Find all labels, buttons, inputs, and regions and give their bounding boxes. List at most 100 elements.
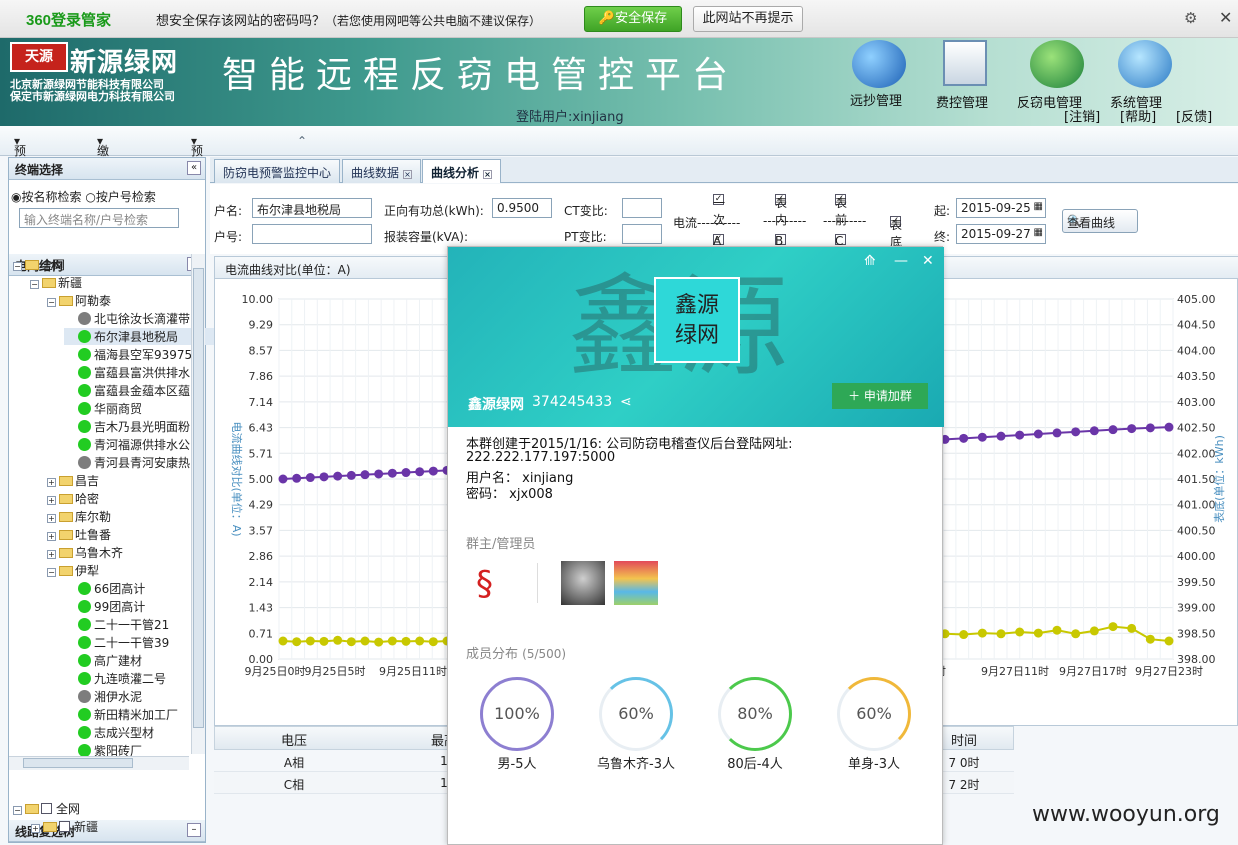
anti-theft-module[interactable] [1030, 40, 1086, 90]
table-cell: A相 [283, 756, 305, 770]
close-icon[interactable]: ✕ [1219, 8, 1232, 27]
tree-node[interactable]: 青河福源供排水公 [64, 436, 190, 453]
col-header-time: 时间 [950, 734, 977, 749]
x-tick-label: 9月27日23时 [1135, 665, 1203, 678]
gear-icon[interactable]: ⚙ [1184, 9, 1197, 27]
safe-save-button[interactable]: 🔑安全保存 [584, 6, 682, 32]
start-date-field[interactable]: 2015-09-25 ▦ [956, 198, 1046, 218]
expand-icon[interactable]: + [47, 496, 56, 505]
ct-field[interactable] [622, 198, 662, 218]
tree-node[interactable]: 二十一干管21 [64, 616, 169, 633]
search-mode: ◉按名称检索 ○按户号检索 [11, 190, 156, 204]
tree-node[interactable]: + 吐鲁番 [47, 526, 111, 543]
module-label-remote[interactable]: 远抄管理 [850, 90, 902, 109]
logout-link[interactable]: [注销] [1064, 106, 1100, 125]
admin-avatar[interactable] [561, 561, 605, 605]
tree-vertical-scrollbar[interactable] [191, 254, 205, 754]
expand-icon[interactable]: + [47, 550, 56, 559]
minimize-icon[interactable]: — [894, 253, 908, 269]
tab-monitor-center[interactable]: 防窃电预警监控中心 [214, 159, 341, 183]
tree-node[interactable]: 志成兴型材 [64, 724, 154, 741]
x-tick-label: 9月25日5时 [305, 665, 366, 678]
expand-icon[interactable]: + [47, 532, 56, 541]
collapse-icon[interactable]: − [30, 280, 39, 289]
pt-field[interactable] [622, 224, 662, 244]
end-date-field[interactable]: 2015-09-27 ▦ [956, 224, 1046, 244]
tree-node[interactable]: − 伊犁 [47, 562, 99, 579]
tree-node[interactable]: 二十一干管39 [64, 634, 169, 651]
close-icon[interactable]: ✕ [922, 253, 934, 269]
tree-node[interactable]: + 库尔勒 [47, 508, 111, 525]
series-point [292, 637, 302, 647]
series-point [1145, 423, 1155, 433]
line-tree-node[interactable]: + 新疆 [31, 818, 98, 835]
tree-node[interactable]: 吉木乃县光明面粉 [64, 418, 190, 435]
tree-node[interactable]: + 昌吉 [47, 472, 99, 489]
tree-node[interactable]: 北屯徐汝长滴灌带 [64, 310, 190, 327]
series-point [959, 630, 969, 640]
module-label-billing[interactable]: 费控管理 [936, 92, 988, 111]
tree-node[interactable]: 富蕴县富洪供排水 [64, 364, 190, 381]
collapse-icon[interactable]: − [47, 568, 56, 577]
tab-curve-analysis[interactable]: 曲线分析 × [422, 159, 502, 183]
calendar-icon[interactable]: ▦ [1034, 201, 1043, 212]
y-right-tick-label: 399.00 [1177, 602, 1216, 615]
series-point [278, 636, 288, 646]
expand-icon[interactable]: + [47, 514, 56, 523]
tree-node[interactable]: 富蕴县金蕴本区蕴 [64, 382, 190, 399]
pin-icon[interactable]: ⟰ [864, 253, 876, 269]
collapse-icon[interactable]: − [13, 262, 22, 271]
tree-node[interactable]: 高广建材 [64, 652, 142, 669]
never-prompt-button[interactable]: 此网站不再提示 [693, 6, 803, 32]
tree-node[interactable]: 华丽商贸 [64, 400, 142, 417]
menu-prepay-alarm[interactable]: 预付费告警查询 ▾ [191, 134, 203, 260]
tree-node[interactable]: + 乌鲁木齐 [47, 544, 123, 561]
folder-icon [59, 476, 73, 486]
expand-icon[interactable]: − [13, 806, 22, 815]
tree-node[interactable]: 66团高计 [64, 580, 145, 597]
feedback-link[interactable]: [反馈] [1176, 106, 1212, 125]
line-tree-node[interactable]: − 全网 [13, 800, 80, 817]
admin-avatar[interactable] [614, 561, 658, 605]
checkbox[interactable] [41, 803, 52, 814]
tree-node[interactable]: + 哈密 [47, 490, 99, 507]
checkbox[interactable] [59, 821, 70, 832]
help-link[interactable]: [帮助] [1120, 106, 1156, 125]
password-save-bar: 360登录管家 想安全保存该网站的密码吗？（若您使用网吧等公共电脑不建议保存） … [0, 0, 1238, 38]
tree-node[interactable]: 湘伊水泥 [64, 688, 142, 705]
menu-prepay[interactable]: 预付费缴费 ▾ [14, 134, 26, 226]
radio-by-name[interactable]: ◉ [11, 190, 21, 204]
tree-node[interactable]: 青河县青河安康热 [64, 454, 190, 471]
join-group-button[interactable]: ＋ 申请加群 [832, 383, 928, 409]
tree-node[interactable]: − 新疆 [30, 274, 82, 291]
tree-node[interactable]: − 阿勒泰 [47, 292, 111, 309]
tree-node[interactable]: 99团高计 [64, 598, 145, 615]
tree-node[interactable]: 新田精米加工厂 [64, 706, 178, 723]
close-tab-icon[interactable]: × [483, 170, 493, 179]
collapse-up-icon[interactable]: ⌃ [297, 134, 307, 148]
series-point [1052, 625, 1062, 635]
tree-node[interactable]: 九连喷灌二号 [64, 670, 166, 687]
active-total-field[interactable]: 0.9500 [492, 198, 552, 218]
close-tab-icon[interactable]: × [403, 170, 413, 179]
user-no-field[interactable] [252, 224, 372, 244]
tree-horizontal-scrollbar[interactable] [9, 756, 189, 770]
collapse-icon[interactable]: − [47, 298, 56, 307]
terminal-search-input[interactable]: 输入终端名称/户号检索 [19, 208, 179, 228]
system-module[interactable] [1118, 40, 1174, 90]
share-icon[interactable]: ⋖ [620, 394, 632, 410]
radio-by-user[interactable]: ○ [85, 190, 95, 204]
calendar-icon[interactable]: ▦ [1034, 227, 1043, 238]
tab-curve-data[interactable]: 曲线数据 × [342, 159, 422, 183]
collapse-left-icon[interactable]: « [187, 161, 201, 175]
menu-payment-records[interactable]: 缴费记录查询 ▾ [97, 134, 109, 243]
tree-node[interactable]: − 全网 [13, 256, 65, 273]
series-point [333, 471, 343, 481]
owner-avatar[interactable]: § [476, 563, 510, 605]
expand-icon[interactable]: + [47, 478, 56, 487]
view-curve-button[interactable]: 🔍 查看曲线 [1062, 209, 1138, 233]
tree-node[interactable]: 福海县空军93975部 [64, 346, 204, 363]
user-name-field[interactable]: 布尔津县地税局 [252, 198, 372, 218]
expand-icon[interactable]: + [31, 824, 40, 833]
billing-module[interactable] [938, 40, 992, 90]
